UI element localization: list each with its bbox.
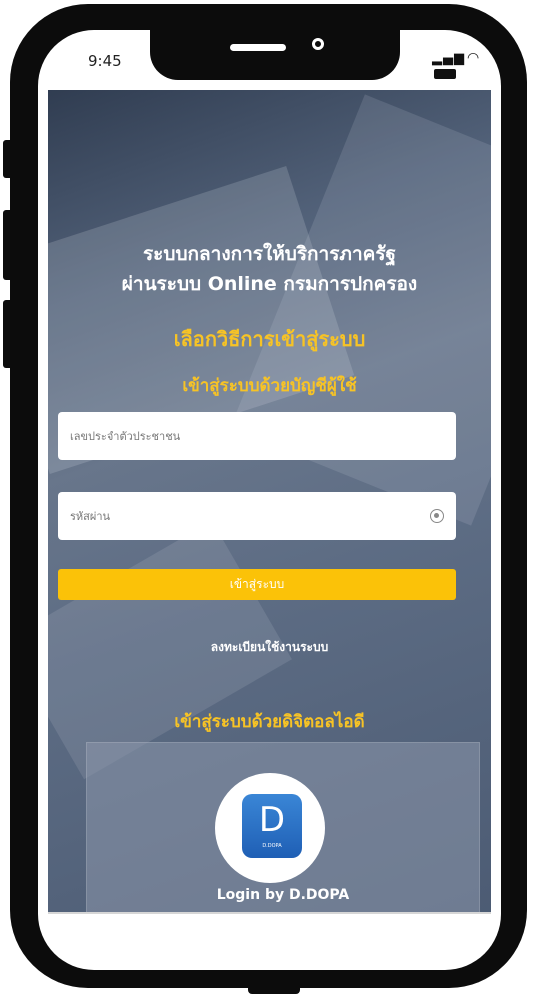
notch xyxy=(150,30,400,80)
password-input[interactable]: รหัสผ่าน xyxy=(58,492,456,540)
page-title-line2: ผ่านระบบ Online กรมการปกครอง xyxy=(121,273,418,295)
silent-switch xyxy=(3,140,13,178)
dopa-logo-circle[interactable]: D D.DOPA xyxy=(215,773,325,883)
login-button-label: เข้าสู่ระบบ xyxy=(229,577,285,591)
battery-icon xyxy=(434,68,456,79)
login-button[interactable]: เข้าสู่ระบบ xyxy=(58,569,456,600)
bottom-divider xyxy=(48,912,491,914)
speaker xyxy=(230,44,286,51)
page-title-line1: ระบบกลางการให้บริการภาครัฐ xyxy=(142,243,397,265)
login-page: ระบบกลางการให้บริการภาครัฐ ผ่านระบบ Onli… xyxy=(48,90,491,912)
dopa-login-caption[interactable]: Login by D.DOPA xyxy=(87,887,479,903)
choose-login-heading: เลือกวิธีการเข้าสู่ระบบ xyxy=(173,327,366,351)
show-password-icon[interactable] xyxy=(430,509,444,523)
register-link[interactable]: ลงทะเบียนใช้งานระบบ xyxy=(48,638,491,657)
signal-icon: ▂▄▆ xyxy=(432,51,465,66)
status-time: 9:45 xyxy=(88,52,122,70)
dopa-app-name: D.DOPA xyxy=(262,843,282,849)
account-login-heading: เข้าสู่ระบบด้วยบัญชีผู้ใช้ xyxy=(182,376,357,396)
dopa-login-heading: เข้าสู่ระบบด้วยดิจิตอลไอดี xyxy=(174,712,365,732)
status-icons: ▂▄▆ ◠ xyxy=(432,50,501,81)
volume-down-button xyxy=(3,300,13,368)
password-placeholder: รหัสผ่าน xyxy=(70,510,111,523)
volume-up-button xyxy=(3,210,13,280)
dopa-app-icon[interactable]: D D.DOPA xyxy=(242,794,302,858)
bottom-edge xyxy=(248,986,300,994)
citizen-id-input[interactable]: เลขประจำตัวประชาชน xyxy=(58,412,456,460)
dopa-app-letter: D xyxy=(258,800,286,840)
wifi-icon: ◠ xyxy=(467,50,481,66)
citizen-id-placeholder: เลขประจำตัวประชาชน xyxy=(70,430,181,443)
dopa-login-card[interactable]: D D.DOPA Login by D.DOPA xyxy=(86,742,480,912)
phone-screen: 9:45 ▂▄▆ ◠ ระบบกลางการให้บริการภาครัฐ ผ่า… xyxy=(38,30,501,970)
camera-icon xyxy=(312,38,324,50)
